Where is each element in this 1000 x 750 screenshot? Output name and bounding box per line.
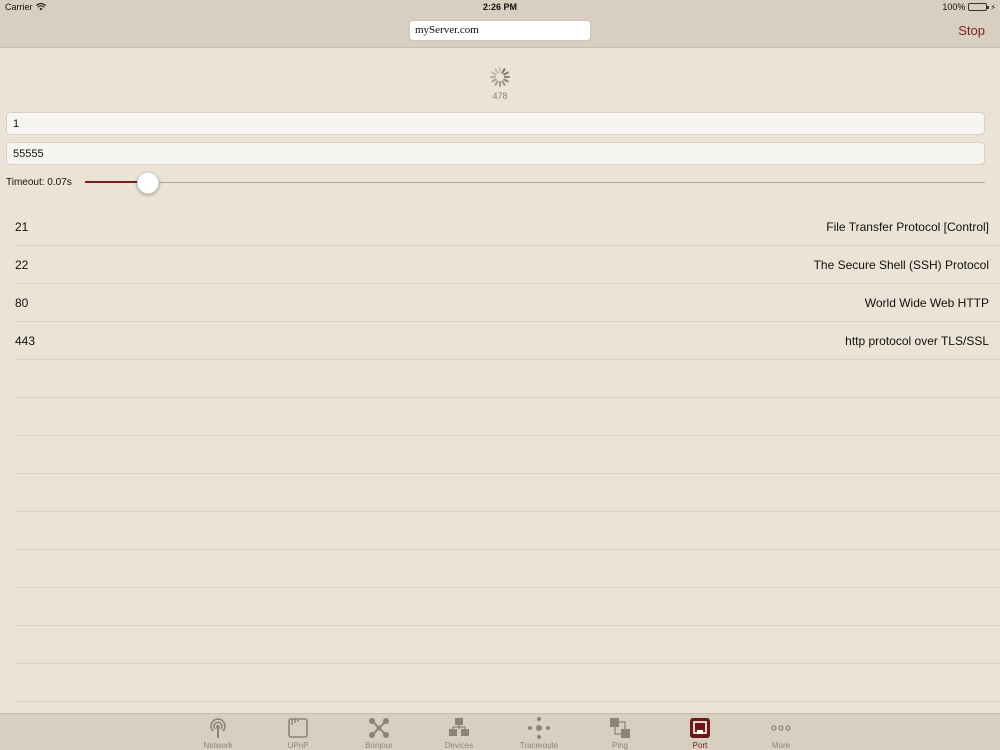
charging-icon: ⚡ — [990, 2, 996, 12]
empty-row — [15, 474, 1000, 512]
tab-devices[interactable]: Devices — [419, 714, 499, 750]
status-battery: 100% ⚡ — [942, 2, 996, 12]
empty-row — [15, 512, 1000, 550]
timeout-slider-track[interactable] — [85, 182, 985, 183]
battery-icon — [968, 3, 990, 11]
more-icon — [771, 725, 791, 731]
tab-ping[interactable]: Ping — [580, 714, 660, 750]
result-row[interactable]: 443 http protocol over TLS/SSL — [15, 322, 1000, 360]
port-icon — [690, 718, 710, 738]
tab-label: Ping — [611, 741, 628, 750]
empty-row — [15, 626, 1000, 664]
tab-more[interactable]: More — [741, 714, 821, 750]
status-time: 2:26 PM — [482, 2, 517, 12]
tab-traceroute[interactable]: Traceroute — [499, 714, 579, 750]
empty-row — [15, 360, 1000, 398]
result-description: The Secure Shell (SSH) Protocol — [813, 258, 989, 272]
top-bar: Carrier 2:26 PM 100% ⚡ myServer.com Stop — [0, 0, 1000, 48]
result-row[interactable]: 80 World Wide Web HTTP — [15, 284, 1000, 322]
result-row[interactable]: 22 The Secure Shell (SSH) Protocol — [15, 246, 1000, 284]
tab-label: Traceroute — [519, 741, 559, 750]
end-port-input[interactable]: 55555 — [6, 142, 985, 165]
result-port: 21 — [15, 220, 29, 234]
traceroute-icon — [528, 717, 550, 739]
app-window: Carrier 2:26 PM 100% ⚡ myServer.com Stop… — [0, 0, 1000, 750]
tab-network[interactable]: Network — [178, 714, 258, 750]
tab-label: Network — [203, 741, 233, 750]
result-port: 80 — [15, 296, 29, 310]
tab-label: Port — [692, 741, 708, 750]
empty-row — [15, 436, 1000, 474]
spinner-spoke — [490, 76, 496, 78]
tab-bonjour[interactable]: Bonjour — [339, 714, 419, 750]
result-description: World Wide Web HTTP — [864, 296, 989, 310]
tab-upnp[interactable]: UPnP — [258, 714, 338, 750]
tab-label: Bonjour — [365, 741, 393, 750]
network-icon — [210, 718, 226, 738]
upnp-icon — [288, 718, 308, 738]
ping-icon — [610, 718, 630, 738]
timeout-label: Timeout: 0.07s — [6, 177, 72, 188]
battery-percent: 100% — [942, 2, 966, 12]
result-description: http protocol over TLS/SSL — [845, 334, 989, 348]
tab-bar: Network UPnP Bonjour Devices Traceroute Ping P… — [0, 713, 1000, 750]
result-description: File Transfer Protocol [Control] — [826, 220, 989, 234]
tab-label: Devices — [444, 741, 474, 750]
host-field[interactable]: myServer.com — [409, 20, 591, 41]
empty-row — [15, 588, 1000, 626]
timeout-row: Timeout: 0.07s — [6, 172, 985, 194]
tab-label: UPnP — [287, 741, 309, 750]
activity-spinner-icon — [489, 66, 511, 88]
tab-port[interactable]: Port — [660, 714, 740, 750]
devices-icon — [449, 718, 469, 736]
timeout-slider-thumb[interactable] — [137, 172, 159, 194]
empty-row — [15, 398, 1000, 436]
stop-button[interactable]: Stop — [958, 23, 985, 38]
tab-label: More — [771, 741, 791, 750]
start-port-input[interactable]: 1 — [6, 112, 985, 135]
bonjour-icon — [369, 718, 389, 738]
empty-row — [15, 550, 1000, 588]
spinner-spoke — [499, 81, 501, 87]
result-port: 443 — [15, 334, 36, 348]
results-list: 21 File Transfer Protocol [Control] 22 The … — [15, 208, 1000, 702]
result-row[interactable]: 21 File Transfer Protocol [Control] — [15, 208, 1000, 246]
scan-count: 478 — [492, 91, 508, 101]
empty-row — [15, 664, 1000, 702]
result-port: 22 — [15, 258, 29, 272]
